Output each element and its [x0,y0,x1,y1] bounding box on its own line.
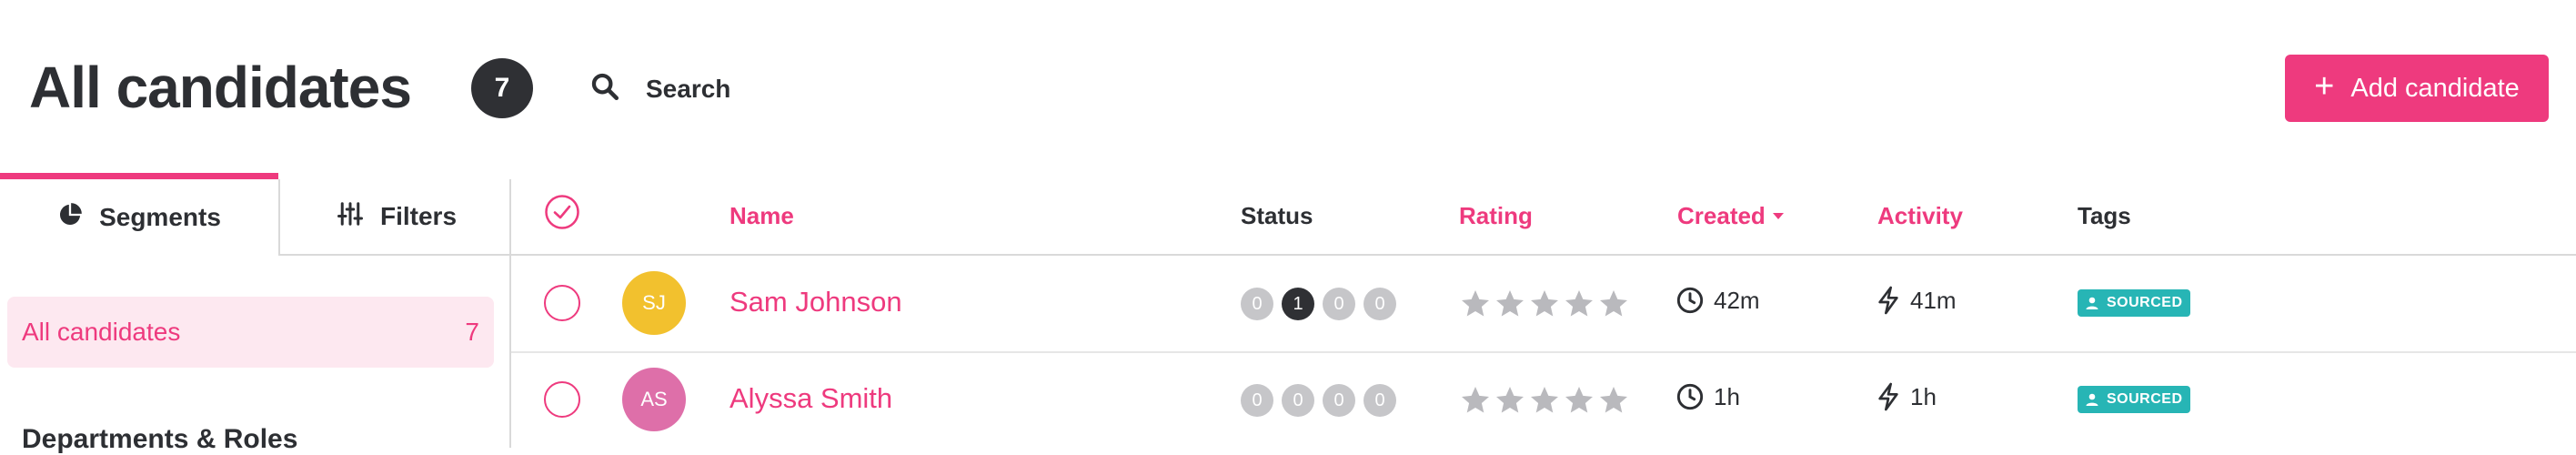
stage-dot: 0 [1241,384,1273,417]
segment-label: All candidates [22,318,181,346]
search-button[interactable]: Search [589,69,730,109]
column-header-created-label: Created [1677,202,1766,229]
search-label: Search [646,75,731,103]
tag-badge[interactable]: SOURCED [2078,386,2190,413]
star-icon[interactable] [1528,288,1561,320]
status-stages: 0 1 0 0 [1241,288,1396,320]
status-stages: 0 0 0 0 [1241,384,1396,417]
row-checkbox[interactable] [544,285,580,321]
column-header-rating[interactable]: Rating [1459,199,1533,232]
candidate-name-link[interactable]: Alyssa Smith [730,382,892,415]
select-all-checkbox[interactable] [544,194,580,230]
stage-dot: 0 [1363,288,1396,320]
star-icon[interactable] [1528,384,1561,417]
add-candidate-label: Add candidate [2350,73,2520,103]
rating-stars[interactable] [1459,384,1630,417]
star-icon[interactable] [1494,384,1526,417]
tab-filters[interactable]: Filters [278,179,513,256]
row-divider [511,351,2576,353]
rating-stars[interactable] [1459,288,1630,320]
sort-down-icon [1772,213,1784,219]
user-icon [2086,297,2098,309]
user-icon [2086,393,2098,406]
row-checkbox[interactable] [544,381,580,418]
page-title: All candidates [29,55,412,120]
tag-label: SOURCED [2107,295,2183,310]
plus-icon: + [2314,67,2335,106]
created-value: 1h [1714,382,1740,410]
table-header-divider [511,254,2576,256]
star-icon[interactable] [1459,288,1492,320]
segment-count: 7 [465,318,479,346]
created-time: 42m [1675,286,1760,315]
stage-dot: 0 [1323,288,1355,320]
tag-badge[interactable]: SOURCED [2078,289,2190,317]
tab-segments-label: Segments [99,203,221,231]
column-header-name[interactable]: Name [730,199,794,232]
lightning-icon [1878,382,1898,411]
star-icon[interactable] [1597,288,1630,320]
candidate-name-link[interactable]: Sam Johnson [730,286,902,318]
tab-segments[interactable]: Segments [0,179,278,256]
stage-dot: 0 [1241,288,1273,320]
sliders-icon [337,200,364,234]
add-candidate-button[interactable]: + Add candidate [2285,55,2549,122]
pie-chart-icon [57,202,83,234]
avatar: AS [622,368,686,431]
search-icon [589,71,620,108]
departments-roles-heading: Departments & Roles [22,424,298,454]
activity-value: 41m [1910,286,1957,314]
sidebar-divider [509,179,511,448]
star-icon[interactable] [1459,384,1492,417]
stage-dot: 0 [1282,384,1314,417]
check-circle-icon [545,195,579,229]
column-header-status: Status [1241,202,1313,229]
segment-item-all-candidates[interactable]: All candidates 7 [7,297,494,368]
clock-icon [1676,287,1704,314]
tag-label: SOURCED [2107,391,2183,407]
created-time: 1h [1675,382,1740,411]
star-icon[interactable] [1563,384,1595,417]
column-header-created[interactable]: Created [1677,199,1786,232]
activity-value: 1h [1910,382,1937,410]
star-icon[interactable] [1563,288,1595,320]
activity-time: 1h [1876,382,1937,411]
active-tab-indicator [0,173,278,179]
column-header-tags: Tags [2078,202,2131,229]
star-icon[interactable] [1494,288,1526,320]
stage-dot: 0 [1323,384,1355,417]
clock-icon [1676,383,1704,410]
lightning-icon [1878,286,1898,315]
avatar: SJ [622,271,686,335]
candidate-count-badge: 7 [471,58,533,118]
star-icon[interactable] [1597,384,1630,417]
column-header-activity[interactable]: Activity [1877,199,1963,232]
tab-filters-label: Filters [379,202,458,230]
created-value: 42m [1714,286,1760,314]
activity-time: 41m [1876,286,1957,315]
stage-dot-active: 1 [1282,288,1314,320]
stage-dot: 0 [1363,384,1396,417]
